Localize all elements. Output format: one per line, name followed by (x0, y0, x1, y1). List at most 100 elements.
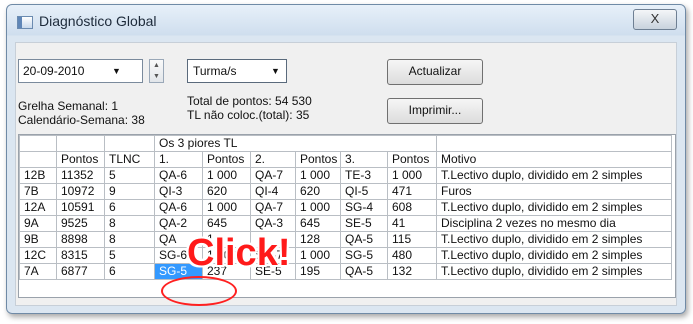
table-cell[interactable]: 1 000 (295, 247, 341, 264)
table-cell[interactable]: SG-4 (340, 199, 388, 216)
column-header[interactable]: 2. (250, 151, 296, 168)
column-header[interactable]: 1. (154, 151, 203, 168)
table-cell[interactable]: SG-5 (340, 247, 388, 264)
date-spinner[interactable]: ▲ ▼ (149, 59, 164, 83)
date-dropdown[interactable]: 20-09-2010 ▼ (18, 59, 143, 83)
table-cell[interactable]: 115 (387, 231, 437, 248)
table-row[interactable]: 12C 8315 5 SG-6 1 000 SG-7 1 000 SG-5 480 T.Lecti… (19, 247, 672, 264)
table-cell[interactable]: 6 (104, 199, 155, 216)
table-cell[interactable]: Disciplina 2 vezes no mesmo dia (436, 215, 672, 232)
table-cell[interactable]: 1 000 (295, 167, 341, 184)
column-header[interactable]: TLNC (104, 151, 155, 168)
table-cell[interactable]: 10972 (56, 183, 105, 200)
tl-nao-coloc-info: TL não coloc.(total): 35 (187, 108, 310, 122)
table-cell[interactable]: 7A (19, 263, 57, 280)
spin-up-icon[interactable]: ▲ (150, 60, 163, 71)
table-cell[interactable]: 1 000 (387, 167, 437, 184)
table-cell[interactable]: T.Lectivo duplo, dividido em 2 simples (436, 247, 672, 264)
table-cell[interactable]: QA-6 (154, 199, 203, 216)
table-row[interactable]: 9B 8898 8 QA 1 128 QA-5 115 T.Lectivo duplo, div… (19, 231, 672, 248)
table-cell[interactable]: QA-5 (340, 231, 388, 248)
table-cell[interactable]: QA-7 (250, 167, 296, 184)
table-row[interactable]: 12A 10591 6 QA-6 1 000 QA-7 1 000 SG-4 608 T.Lect… (19, 199, 672, 216)
table-row[interactable]: 7A 6877 6 SG-5 237 SE-5 195 QA-5 132 T.Lectivo du… (19, 263, 672, 280)
group-header-cell[interactable]: Os 3 piores TL (154, 135, 437, 152)
column-header-row: Pontos TLNC 1. Pontos 2. Pontos 3. Pontos Motivo (19, 151, 672, 168)
table-cell[interactable]: 12C (19, 247, 57, 264)
table-cell[interactable]: 132 (387, 263, 437, 280)
imprimir-button[interactable]: Imprimir... (387, 98, 483, 124)
table-cell[interactable]: Furos (436, 183, 672, 200)
table-cell[interactable]: 8315 (56, 247, 105, 264)
table-cell[interactable]: QI-3 (154, 183, 203, 200)
table-cell[interactable]: 620 (295, 183, 341, 200)
spin-down-icon[interactable]: ▼ (150, 71, 163, 82)
table-cell[interactable]: T.Lectivo duplo, dividido em 2 simples (436, 167, 672, 184)
table-cell[interactable]: 10591 (56, 199, 105, 216)
column-header[interactable]: 3. (340, 151, 388, 168)
column-header[interactable]: Pontos (295, 151, 341, 168)
table-cell[interactable]: 480 (387, 247, 437, 264)
header-cell[interactable] (104, 135, 155, 152)
table-cell[interactable]: QI-4 (250, 183, 296, 200)
table-cell[interactable]: QA-2 (154, 215, 203, 232)
table-cell[interactable]: 8 (104, 231, 155, 248)
turma-dropdown[interactable]: Turma/s ▼ (187, 59, 287, 83)
table-cell[interactable]: QA-5 (340, 263, 388, 280)
table-cell[interactable]: 5 (104, 167, 155, 184)
table-cell[interactable]: QA-6 (154, 167, 203, 184)
table-cell[interactable]: 9525 (56, 215, 105, 232)
table-cell[interactable]: QI-5 (340, 183, 388, 200)
table-cell[interactable]: 5 (104, 247, 155, 264)
table-cell[interactable]: 620 (202, 183, 251, 200)
table-cell[interactable]: T.Lectivo duplo, dividido em 2 simples (436, 199, 672, 216)
table-cell[interactable]: 6 (104, 263, 155, 280)
total-pontos-info: Total de pontos: 54 530 (187, 94, 312, 108)
table-cell[interactable]: 9 (104, 183, 155, 200)
column-header[interactable] (19, 151, 57, 168)
table-cell[interactable]: 9B (19, 231, 57, 248)
table-row[interactable]: 12B 11352 5 QA-6 1 000 QA-7 1 000 TE-3 1 000 T.Le… (19, 167, 672, 184)
title-bar[interactable]: Diagnóstico Global X (7, 5, 685, 35)
chevron-down-icon[interactable]: ▼ (271, 66, 280, 76)
table-cell[interactable]: 471 (387, 183, 437, 200)
table-cell[interactable]: 8898 (56, 231, 105, 248)
column-header[interactable]: Motivo (436, 151, 672, 168)
table-cell[interactable]: SE-5 (340, 215, 388, 232)
table-cell[interactable]: 9A (19, 215, 57, 232)
header-cell[interactable] (19, 135, 57, 152)
close-button[interactable]: X (633, 9, 677, 30)
table-cell[interactable]: 41 (387, 215, 437, 232)
table-cell[interactable]: TE-3 (340, 167, 388, 184)
table-cell[interactable]: 1 000 (202, 199, 251, 216)
table-cell[interactable]: 11352 (56, 167, 105, 184)
actualizar-button[interactable]: Actualizar (387, 59, 483, 85)
column-header[interactable]: Pontos (56, 151, 105, 168)
table-cell[interactable]: 608 (387, 199, 437, 216)
table-cell[interactable]: 1 000 (295, 199, 341, 216)
column-header[interactable]: Pontos (202, 151, 251, 168)
table-cell[interactable]: 195 (295, 263, 341, 280)
table-cell[interactable]: 7B (19, 183, 57, 200)
data-grid: Os 3 piores TL Pontos TLNC 1. Pontos 2. Pontos… (19, 135, 672, 280)
table-cell[interactable]: T.Lectivo duplo, dividido em 2 simples (436, 231, 672, 248)
chevron-down-icon[interactable]: ▼ (112, 66, 121, 76)
table-cell[interactable]: T.Lectivo duplo, dividido em 2 simples (436, 263, 672, 280)
table-cell[interactable]: 645 (295, 215, 341, 232)
header-cell[interactable] (436, 135, 672, 152)
table-cell[interactable]: QA-3 (250, 215, 296, 232)
header-cell[interactable] (56, 135, 105, 152)
column-header[interactable]: Pontos (387, 151, 437, 168)
table-row[interactable]: 7B 10972 9 QI-3 620 QI-4 620 QI-5 471 Furos (19, 183, 672, 200)
diagnostico-window: Diagnóstico Global X 20-09-2010 ▼ ▲ ▼ Tu… (6, 4, 686, 314)
table-cell[interactable]: 645 (202, 215, 251, 232)
table-cell[interactable]: 8 (104, 215, 155, 232)
table-cell[interactable]: 12A (19, 199, 57, 216)
table-cell[interactable]: 1 000 (202, 167, 251, 184)
table-cell[interactable]: 128 (295, 231, 341, 248)
table-row[interactable]: 9A 9525 8 QA-2 645 QA-3 645 SE-5 41 Disciplina 2 … (19, 215, 672, 232)
table-cell[interactable]: QA-7 (250, 199, 296, 216)
table-cell[interactable]: 12B (19, 167, 57, 184)
table-cell[interactable]: 6877 (56, 263, 105, 280)
diagnostico-table[interactable]: Os 3 piores TL Pontos TLNC 1. Pontos 2. Pontos… (18, 134, 676, 298)
